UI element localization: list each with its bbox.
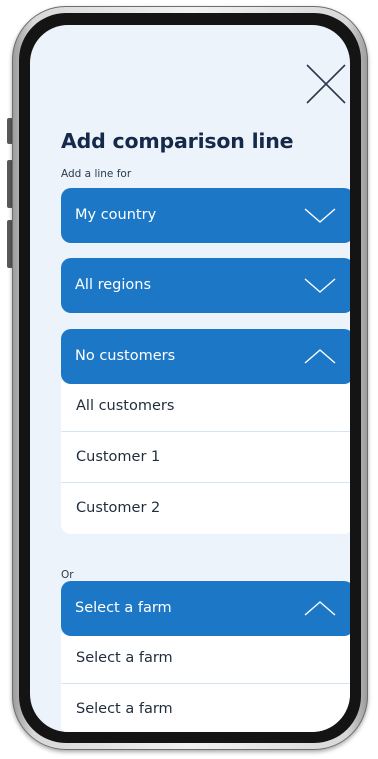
customer-options-list: All customers Customer 1 Customer 2 — [61, 381, 350, 534]
modal-title: Add comparison line — [61, 129, 294, 153]
region-dropdown[interactable]: All regions — [61, 258, 350, 313]
customer-dropdown[interactable]: No customers — [61, 329, 350, 384]
farm-option[interactable]: Select a farm — [61, 684, 350, 732]
modal-subtitle: Add a line for — [61, 168, 132, 180]
customer-dropdown-label: No customers — [75, 348, 176, 364]
farm-options-list: Select a farm Select a farm — [61, 633, 350, 732]
farm-dropdown[interactable]: Select a farm — [61, 581, 350, 636]
customer-option[interactable]: Customer 2 — [61, 483, 350, 534]
region-dropdown-label: All regions — [75, 277, 151, 293]
phone-frame: Add comparison line Add a line for My co… — [12, 6, 368, 750]
country-dropdown-label: My country — [75, 207, 157, 223]
chevron-up-icon — [304, 601, 336, 616]
close-icon — [306, 64, 346, 104]
farm-option[interactable]: Select a farm — [61, 633, 350, 684]
customer-option[interactable]: All customers — [61, 381, 350, 432]
phone-screen: Add comparison line Add a line for My co… — [30, 25, 350, 732]
chevron-down-icon — [304, 208, 336, 223]
phone-bezel: Add comparison line Add a line for My co… — [19, 13, 361, 743]
country-dropdown[interactable]: My country — [61, 188, 350, 243]
close-button[interactable] — [301, 59, 350, 109]
device-mockup: Add comparison line Add a line for My co… — [0, 0, 378, 759]
chevron-down-icon — [304, 278, 336, 293]
chevron-up-icon — [304, 349, 336, 364]
customer-option[interactable]: Customer 1 — [61, 432, 350, 483]
farm-dropdown-label: Select a farm — [75, 600, 172, 616]
or-label: Or — [61, 569, 74, 581]
